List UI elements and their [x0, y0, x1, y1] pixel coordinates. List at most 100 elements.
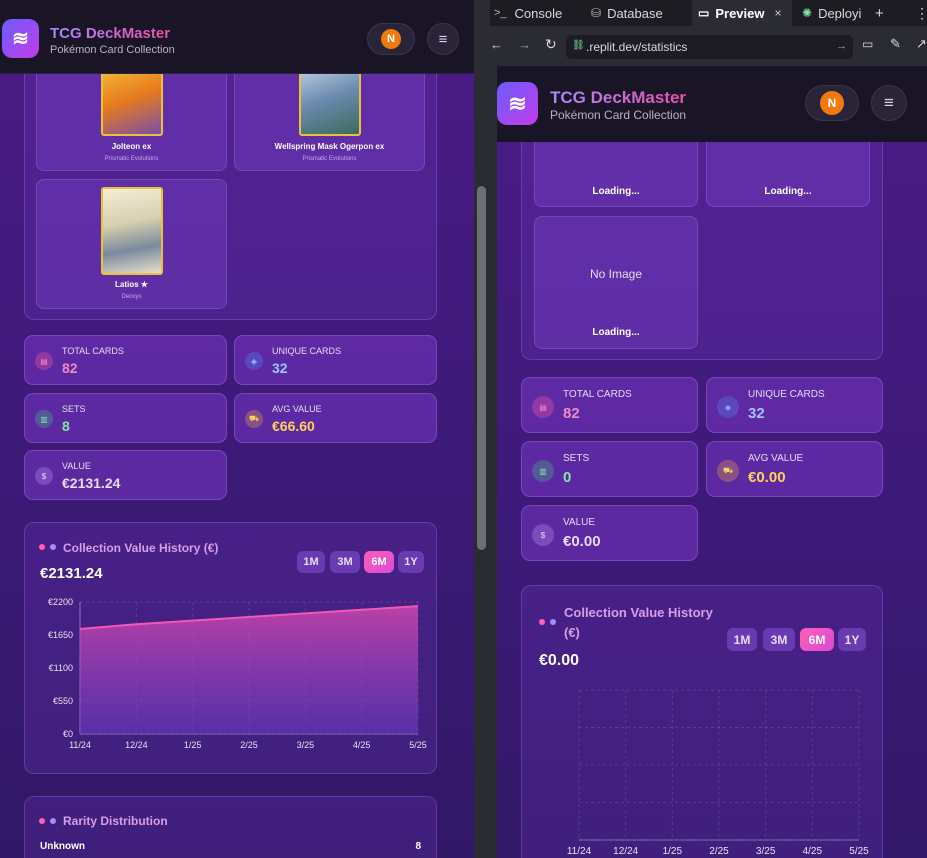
x-tick-label: 2/25: [240, 740, 258, 750]
scrollbar-thumb[interactable]: [477, 186, 486, 550]
card-tile[interactable]: Wellspring Mask Ogerpon ex Prismatic Evo…: [234, 59, 425, 171]
tab-console[interactable]: >_ Console: [490, 0, 580, 26]
x-tick-label: 4/25: [803, 846, 823, 857]
range-1m-button[interactable]: 1M: [297, 551, 325, 573]
hamburger-menu-button[interactable]: ≡: [871, 85, 907, 121]
url-text: .replit.dev/statistics: [586, 40, 688, 54]
cube-icon: ◈: [717, 396, 739, 418]
logo-icon[interactable]: ≋: [2, 19, 39, 58]
range-3m-button[interactable]: 3M: [763, 628, 795, 651]
stat-value-total: $ VALUE €2131.24: [24, 450, 227, 500]
forward-icon[interactable]: →: [518, 37, 531, 52]
card-name: Latios ★: [115, 280, 148, 289]
url-bar[interactable]: ⛓ .replit.dev/statistics →: [566, 35, 853, 59]
left-app-preview: Jolteon ex Prismatic Evolutions Wellspri…: [0, 0, 474, 858]
range-6m-button[interactable]: 6M: [800, 628, 834, 651]
database-icon: ⛁: [591, 6, 602, 20]
preview-gutter: [490, 66, 497, 858]
value-history-chart: €2200 €1650 €1100 €550 €011/24 12/24 1/25 2/25 3…: [48, 597, 427, 750]
stat-label: VALUE: [62, 461, 91, 471]
hamburger-menu-button[interactable]: ≡: [427, 23, 459, 55]
loading-text: Loading...: [592, 186, 640, 197]
range-6m-button[interactable]: 6M: [364, 551, 394, 573]
stat-value: 0: [563, 469, 572, 486]
range-3m-button[interactable]: 3M: [330, 551, 360, 573]
sets-icon: ▥: [35, 410, 53, 428]
stat-avg-value: ⛟ AVG VALUE €66.60: [234, 393, 437, 443]
y-tick-label: €2200: [48, 597, 73, 607]
dot-icon: [550, 619, 556, 625]
avatar: N: [820, 91, 844, 115]
rarity-panel: Rarity Distribution Unknown 8: [24, 796, 437, 858]
stat-label: UNIQUE CARDS: [748, 389, 825, 400]
devtools-icon[interactable]: ✎: [890, 36, 901, 52]
x-tick-label: 2/25: [709, 846, 729, 857]
dot-icon: [539, 619, 545, 625]
logo-icon[interactable]: ≋: [497, 82, 538, 125]
user-menu[interactable]: N: [805, 85, 859, 121]
add-tab-button[interactable]: +: [875, 0, 889, 26]
y-tick-label: €1650: [48, 630, 73, 640]
stat-label: VALUE: [563, 517, 596, 528]
avatar: N: [381, 29, 401, 49]
range-1m-button[interactable]: 1M: [727, 628, 757, 651]
stat-label: TOTAL CARDS: [62, 346, 124, 356]
stat-label: AVG VALUE: [748, 453, 804, 464]
rarity-label: Unknown: [40, 841, 85, 852]
card-tile[interactable]: Jolteon ex Prismatic Evolutions: [36, 59, 227, 171]
range-1y-button[interactable]: 1Y: [398, 551, 424, 573]
tab-label: Preview: [715, 5, 765, 21]
coin-icon: $: [35, 467, 53, 485]
card-set: Prismatic Evolutions: [104, 156, 159, 162]
stat-value: €0.00: [748, 469, 786, 486]
reload-icon[interactable]: ↻: [545, 36, 557, 53]
card-tile[interactable]: No Image Loading...: [534, 216, 698, 349]
user-menu[interactable]: N: [367, 23, 415, 55]
brand-title: TCG DeckMaster: [50, 25, 171, 42]
cart-icon: ⛟: [717, 460, 739, 482]
dot-icon: [39, 818, 45, 824]
open-new-icon[interactable]: ▭: [862, 37, 873, 51]
no-image-text: No Image: [589, 267, 643, 281]
dot-icon: [50, 544, 56, 550]
tab-deploy[interactable]: ✺ Deployi: [798, 0, 870, 26]
tab-database[interactable]: ⛁ Database: [587, 0, 687, 26]
monitor-icon: ▭: [698, 6, 710, 20]
x-tick-label: 5/25: [849, 846, 869, 857]
current-value: €0.00: [539, 652, 580, 669]
recent-cards-panel: Loading... Loading... No Image Loading..…: [521, 106, 883, 360]
stat-sets: ▥ SETS 0: [521, 441, 698, 497]
tab-label: Deployi: [818, 5, 862, 21]
x-tick-label: 11/24: [567, 846, 592, 857]
back-icon[interactable]: ←: [490, 37, 503, 52]
x-tick-label: 4/25: [353, 740, 371, 750]
coin-icon: $: [532, 524, 554, 546]
brand-subtitle: Pokémon Card Collection: [550, 108, 687, 122]
link-icon: ⛓: [572, 40, 585, 51]
dot-icon: [50, 818, 56, 824]
stat-label: SETS: [62, 404, 86, 414]
card-tile[interactable]: Latios ★ Deoxys: [36, 179, 227, 309]
screen: Jolteon ex Prismatic Evolutions Wellspri…: [0, 0, 927, 858]
y-tick-label: €550: [53, 696, 73, 706]
brand-title: TCG DeckMaster: [550, 88, 687, 107]
x-tick-label: 12/24: [613, 846, 638, 857]
y-tick-label: €0: [63, 729, 73, 739]
cards-icon: ▤: [35, 352, 53, 370]
go-arrow-icon[interactable]: →: [836, 40, 847, 52]
close-icon[interactable]: ×: [775, 6, 782, 20]
external-link-icon[interactable]: ↗: [916, 36, 927, 52]
range-1y-button[interactable]: 1Y: [838, 628, 866, 651]
x-tick-label: 3/25: [297, 740, 315, 750]
sets-icon: ▥: [532, 460, 554, 482]
card-set: Deoxys: [121, 294, 142, 300]
stat-value-total: $ VALUE €0.00: [521, 505, 698, 561]
more-options-icon[interactable]: ⋮: [915, 0, 927, 26]
chart-title: Collection Value History: [564, 605, 713, 620]
console-icon: >_: [494, 7, 507, 19]
chart-title: Collection Value History (€): [63, 541, 219, 555]
tab-preview[interactable]: ▭ Preview ×: [692, 0, 792, 26]
stat-unique-cards: ◈ UNIQUE CARDS 32: [706, 377, 883, 433]
ide-tab-bar: >_ Console ⛁ Database ▭ Preview × ✺ Depl…: [490, 0, 927, 26]
cube-icon: ◈: [245, 352, 263, 370]
